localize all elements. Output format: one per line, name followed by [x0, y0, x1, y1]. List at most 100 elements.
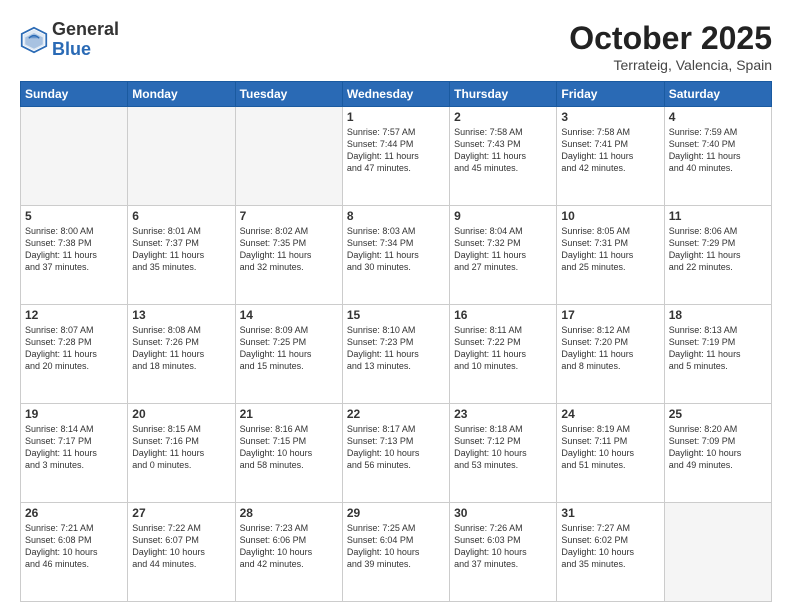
title-block: October 2025 Terrateig, Valencia, Spain — [569, 20, 772, 73]
day-info: Sunrise: 8:06 AM Sunset: 7:29 PM Dayligh… — [669, 225, 767, 274]
table-row: 2 Sunrise: 7:58 AM Sunset: 7:43 PM Daylig… — [450, 107, 557, 206]
day-number: 6 — [132, 209, 230, 223]
day-number: 15 — [347, 308, 445, 322]
table-row: 4Sunrise: 7:59 AM Sunset: 7:40 PM Daylig… — [664, 107, 771, 206]
col-tuesday: Tuesday — [235, 82, 342, 107]
day-number: 22 — [347, 407, 445, 421]
calendar-week-row: 1 Sunrise: 7:57 AM Sunset: 7:44 PM Daylig… — [21, 107, 772, 206]
col-monday: Monday — [128, 82, 235, 107]
table-row: 17Sunrise: 8:12 AM Sunset: 7:20 PM Dayli… — [557, 305, 664, 404]
table-row: 12 Sunrise: 8:07 AM Sunset: 7:28 PM Dayli… — [21, 305, 128, 404]
day-info: Sunrise: 8:15 AM Sunset: 7:16 PM Dayligh… — [132, 423, 230, 472]
table-row: 14 Sunrise: 8:09 AM Sunset: 7:25 PM Dayli… — [235, 305, 342, 404]
day-info: Sunrise: 8:20 AM Sunset: 7:09 PM Dayligh… — [669, 423, 767, 472]
day-number: 12 — [25, 308, 123, 322]
table-row: 28 Sunrise: 7:23 AM Sunset: 6:06 PM Dayli… — [235, 503, 342, 602]
day-info: Sunrise: 8:09 AM Sunset: 7:25 PM Dayligh… — [240, 324, 338, 373]
calendar-week-row: 5Sunrise: 8:00 AM Sunset: 7:38 PM Daylig… — [21, 206, 772, 305]
day-info: Sunrise: 8:18 AM Sunset: 7:12 PM Dayligh… — [454, 423, 552, 472]
day-info: Sunrise: 7:23 AM Sunset: 6:06 PM Dayligh… — [240, 522, 338, 571]
col-sunday: Sunday — [21, 82, 128, 107]
logo-blue: Blue — [52, 39, 91, 59]
day-number: 4 — [669, 110, 767, 124]
table-row: 20Sunrise: 8:15 AM Sunset: 7:16 PM Dayli… — [128, 404, 235, 503]
logo-text-block: General Blue — [52, 20, 119, 60]
day-number: 24 — [561, 407, 659, 421]
month-title: October 2025 — [569, 20, 772, 57]
table-row: 31 Sunrise: 7:27 AM Sunset: 6:02 PM Dayli… — [557, 503, 664, 602]
day-number: 26 — [25, 506, 123, 520]
table-row: 16 Sunrise: 8:11 AM Sunset: 7:22 PM Dayli… — [450, 305, 557, 404]
logo-general: General — [52, 19, 119, 39]
day-info: Sunrise: 8:10 AM Sunset: 7:23 PM Dayligh… — [347, 324, 445, 373]
calendar-week-row: 19 Sunrise: 8:14 AM Sunset: 7:17 PM Dayli… — [21, 404, 772, 503]
day-number: 29 — [347, 506, 445, 520]
table-row: 7 Sunrise: 8:02 AM Sunset: 7:35 PM Daylig… — [235, 206, 342, 305]
table-row: 22 Sunrise: 8:17 AM Sunset: 7:13 PM Dayli… — [342, 404, 449, 503]
day-number: 13 — [132, 308, 230, 322]
day-number: 7 — [240, 209, 338, 223]
day-info: Sunrise: 8:14 AM Sunset: 7:17 PM Dayligh… — [25, 423, 123, 472]
table-row: 11 Sunrise: 8:06 AM Sunset: 7:29 PM Dayli… — [664, 206, 771, 305]
day-info: Sunrise: 8:00 AM Sunset: 7:38 PM Dayligh… — [25, 225, 123, 274]
calendar-week-row: 26Sunrise: 7:21 AM Sunset: 6:08 PM Dayli… — [21, 503, 772, 602]
table-row: 19 Sunrise: 8:14 AM Sunset: 7:17 PM Dayli… — [21, 404, 128, 503]
day-number: 30 — [454, 506, 552, 520]
day-info: Sunrise: 7:25 AM Sunset: 6:04 PM Dayligh… — [347, 522, 445, 571]
location: Terrateig, Valencia, Spain — [569, 57, 772, 73]
day-info: Sunrise: 8:19 AM Sunset: 7:11 PM Dayligh… — [561, 423, 659, 472]
day-number: 17 — [561, 308, 659, 322]
table-row: 13Sunrise: 8:08 AM Sunset: 7:26 PM Dayli… — [128, 305, 235, 404]
calendar-week-row: 12 Sunrise: 8:07 AM Sunset: 7:28 PM Dayli… — [21, 305, 772, 404]
day-info: Sunrise: 7:57 AM Sunset: 7:44 PM Dayligh… — [347, 126, 445, 175]
day-number: 16 — [454, 308, 552, 322]
logo-icon — [20, 26, 48, 54]
day-info: Sunrise: 8:11 AM Sunset: 7:22 PM Dayligh… — [454, 324, 552, 373]
day-info: Sunrise: 8:17 AM Sunset: 7:13 PM Dayligh… — [347, 423, 445, 472]
table-row — [235, 107, 342, 206]
day-number: 1 — [347, 110, 445, 124]
table-row: 25 Sunrise: 8:20 AM Sunset: 7:09 PM Dayli… — [664, 404, 771, 503]
day-info: Sunrise: 8:04 AM Sunset: 7:32 PM Dayligh… — [454, 225, 552, 274]
day-number: 8 — [347, 209, 445, 223]
day-info: Sunrise: 7:58 AM Sunset: 7:41 PM Dayligh… — [561, 126, 659, 175]
day-info: Sunrise: 7:58 AM Sunset: 7:43 PM Dayligh… — [454, 126, 552, 175]
day-info: Sunrise: 8:13 AM Sunset: 7:19 PM Dayligh… — [669, 324, 767, 373]
table-row: 21Sunrise: 8:16 AM Sunset: 7:15 PM Dayli… — [235, 404, 342, 503]
day-number: 31 — [561, 506, 659, 520]
day-info: Sunrise: 8:02 AM Sunset: 7:35 PM Dayligh… — [240, 225, 338, 274]
day-number: 14 — [240, 308, 338, 322]
day-number: 23 — [454, 407, 552, 421]
logo: General Blue — [20, 20, 119, 60]
day-info: Sunrise: 8:07 AM Sunset: 7:28 PM Dayligh… — [25, 324, 123, 373]
day-info: Sunrise: 7:27 AM Sunset: 6:02 PM Dayligh… — [561, 522, 659, 571]
table-row: 10Sunrise: 8:05 AM Sunset: 7:31 PM Dayli… — [557, 206, 664, 305]
table-row — [128, 107, 235, 206]
day-info: Sunrise: 8:03 AM Sunset: 7:34 PM Dayligh… — [347, 225, 445, 274]
day-number: 2 — [454, 110, 552, 124]
day-info: Sunrise: 7:22 AM Sunset: 6:07 PM Dayligh… — [132, 522, 230, 571]
header: General Blue October 2025 Terrateig, Val… — [20, 20, 772, 73]
table-row — [21, 107, 128, 206]
table-row: 15 Sunrise: 8:10 AM Sunset: 7:23 PM Dayli… — [342, 305, 449, 404]
day-number: 28 — [240, 506, 338, 520]
day-number: 11 — [669, 209, 767, 223]
table-row — [664, 503, 771, 602]
col-wednesday: Wednesday — [342, 82, 449, 107]
table-row: 5Sunrise: 8:00 AM Sunset: 7:38 PM Daylig… — [21, 206, 128, 305]
calendar-header-row: Sunday Monday Tuesday Wednesday Thursday… — [21, 82, 772, 107]
table-row: 9 Sunrise: 8:04 AM Sunset: 7:32 PM Daylig… — [450, 206, 557, 305]
table-row: 3Sunrise: 7:58 AM Sunset: 7:41 PM Daylig… — [557, 107, 664, 206]
day-info: Sunrise: 8:05 AM Sunset: 7:31 PM Dayligh… — [561, 225, 659, 274]
day-info: Sunrise: 8:01 AM Sunset: 7:37 PM Dayligh… — [132, 225, 230, 274]
table-row: 24 Sunrise: 8:19 AM Sunset: 7:11 PM Dayli… — [557, 404, 664, 503]
col-friday: Friday — [557, 82, 664, 107]
col-thursday: Thursday — [450, 82, 557, 107]
calendar-page: General Blue October 2025 Terrateig, Val… — [0, 0, 792, 612]
col-saturday: Saturday — [664, 82, 771, 107]
day-number: 25 — [669, 407, 767, 421]
table-row: 29 Sunrise: 7:25 AM Sunset: 6:04 PM Dayli… — [342, 503, 449, 602]
day-number: 9 — [454, 209, 552, 223]
table-row: 18Sunrise: 8:13 AM Sunset: 7:19 PM Dayli… — [664, 305, 771, 404]
day-number: 19 — [25, 407, 123, 421]
